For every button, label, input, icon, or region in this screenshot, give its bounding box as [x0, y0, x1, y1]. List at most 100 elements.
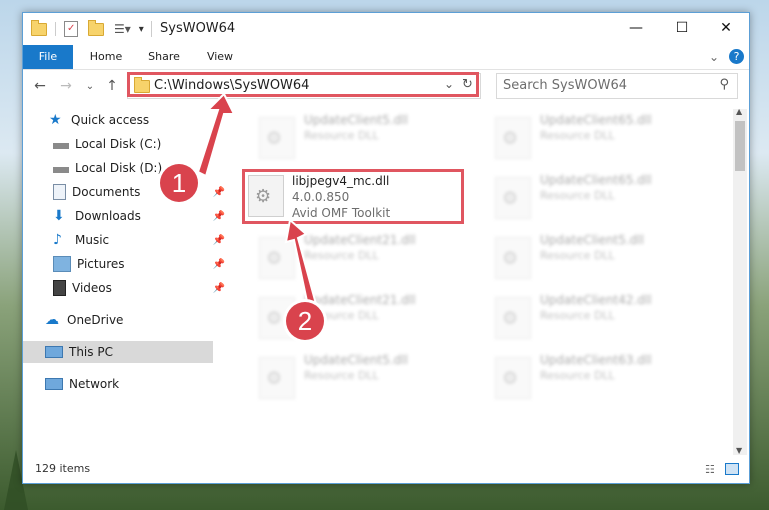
expand-ribbon-icon[interactable]: ⌄	[709, 50, 719, 64]
file-item[interactable]: UpdateClient65.dll Resource DLL	[480, 109, 710, 163]
star-icon: ★	[49, 112, 62, 128]
file-item[interactable]: UpdateClient63.dll Resource DLL	[480, 349, 710, 403]
title-bar: ✓ ☰▾ ▾ SysWOW64 — ☐ ✕	[23, 13, 749, 45]
maximize-button[interactable]: ☐	[659, 13, 705, 43]
drive-icon	[53, 167, 69, 173]
file-name: UpdateClient65.dll	[540, 173, 652, 187]
file-description: Resource DLL	[540, 189, 615, 202]
sidebar-item-label: Local Disk (D:)	[75, 161, 163, 175]
sidebar-item-label: Videos	[72, 281, 112, 295]
sidebar-item-videos[interactable]: Videos 📌	[53, 277, 225, 299]
pin-icon[interactable]: 📌	[213, 283, 225, 294]
divider	[55, 22, 56, 36]
cloud-icon: ☁	[45, 312, 59, 328]
file-description: Resource DLL	[304, 129, 379, 142]
scroll-up-icon[interactable]: ▲	[736, 107, 742, 116]
large-icons-view-icon[interactable]	[725, 463, 739, 475]
videos-icon	[53, 280, 66, 296]
new-folder-icon[interactable]	[88, 19, 104, 36]
file-item[interactable]: UpdateClient5.dll Resource DLL	[480, 229, 710, 283]
sidebar-item-label: Pictures	[77, 257, 125, 271]
step-2-badge: 2	[286, 302, 324, 340]
file-item[interactable]: UpdateClient42.dll Resource DLL	[480, 289, 710, 343]
customize-toolbar-icon[interactable]: ▾	[139, 24, 144, 35]
sidebar-item-label: Network	[69, 377, 120, 391]
properties-icon[interactable]: ✓	[64, 21, 78, 37]
help-icon[interactable]: ?	[729, 49, 744, 64]
tab-home[interactable]: Home	[83, 45, 129, 69]
quick-access-toolbar: ✓ ☰▾ ▾	[31, 19, 144, 38]
file-item[interactable]: UpdateClient5.dll Resource DLL	[244, 109, 474, 163]
dll-file-icon	[259, 357, 295, 399]
tab-file[interactable]: File	[23, 45, 73, 69]
highlighted-file-item[interactable]: libjpegv4_mc.dll 4.0.0.850 Avid OMF Tool…	[242, 169, 464, 224]
navigation-bar: ← → ⌄ ↑ C:\Windows\SysWOW64 ⌄ ↻ Search S…	[23, 70, 749, 102]
pin-icon[interactable]: 📌	[213, 259, 225, 270]
item-count: 129 items	[35, 462, 91, 475]
documents-icon	[53, 184, 66, 200]
sidebar-item-onedrive[interactable]: ☁ OneDrive	[45, 309, 123, 331]
view-options-icon[interactable]: ☰▾	[114, 22, 131, 36]
search-placeholder: Search SysWOW64	[503, 78, 627, 93]
sidebar-item-label: Quick access	[71, 113, 150, 127]
sidebar-item-this-pc[interactable]: This PC	[23, 341, 213, 363]
scroll-down-icon[interactable]: ▼	[736, 446, 742, 455]
window-title: SysWOW64	[160, 21, 236, 36]
dll-file-icon	[495, 117, 531, 159]
dll-file-icon	[248, 175, 284, 217]
file-description: Resource DLL	[540, 309, 615, 322]
sidebar-item-music[interactable]: ♪ Music 📌	[53, 229, 225, 251]
pin-icon[interactable]: 📌	[213, 235, 225, 246]
dll-file-icon	[495, 297, 531, 339]
annotation-arrow-2	[284, 218, 318, 308]
pin-icon[interactable]: 📌	[213, 187, 225, 198]
sidebar-item-label: Documents	[72, 185, 141, 199]
file-description: Resource DLL	[540, 369, 615, 382]
tab-view[interactable]: View	[197, 45, 243, 69]
file-name: UpdateClient5.dll	[540, 233, 644, 247]
scrollbar-thumb[interactable]	[735, 121, 745, 171]
file-name: UpdateClient65.dll	[540, 113, 652, 127]
tab-share[interactable]: Share	[141, 45, 187, 69]
file-name: UpdateClient5.dll	[304, 353, 408, 367]
title-divider	[151, 21, 152, 37]
file-version: 4.0.0.850	[292, 190, 350, 204]
up-arrow-icon[interactable]: ↑	[103, 77, 121, 95]
file-description: Resource DLL	[540, 249, 615, 262]
dll-file-icon	[495, 177, 531, 219]
search-icon: ⚲	[719, 77, 729, 92]
downloads-icon: ⬇	[53, 208, 65, 224]
sidebar-item-downloads[interactable]: ⬇ Downloads 📌	[53, 205, 225, 227]
file-item[interactable]: UpdateClient65.dll Resource DLL	[480, 169, 710, 223]
back-arrow-icon[interactable]: ←	[31, 77, 49, 95]
file-item[interactable]: UpdateClient5.dll Resource DLL	[244, 349, 474, 403]
sidebar-item-label: Downloads	[75, 209, 141, 223]
sidebar-item-quick-access[interactable]: ★ Quick access	[49, 109, 149, 131]
dll-file-icon	[259, 117, 295, 159]
sidebar-item-pictures[interactable]: Pictures 📌	[53, 253, 225, 275]
dll-file-icon	[495, 357, 531, 399]
ribbon: File Home Share View ⌄ ?	[23, 45, 749, 70]
file-name: UpdateClient63.dll	[540, 353, 652, 367]
network-icon	[45, 378, 63, 390]
search-box[interactable]: Search SysWOW64 ⚲	[496, 73, 738, 99]
details-view-icon[interactable]: ☷	[705, 463, 715, 476]
forward-arrow-icon[interactable]: →	[57, 77, 75, 95]
step-1-badge: 1	[160, 164, 198, 202]
dll-file-icon	[495, 237, 531, 279]
sidebar-item-label: OneDrive	[67, 313, 124, 327]
folder-icon[interactable]	[31, 19, 47, 36]
close-button[interactable]: ✕	[703, 13, 749, 43]
minimize-button[interactable]: —	[613, 13, 659, 43]
sidebar-item-label: This PC	[69, 345, 113, 359]
file-name: UpdateClient5.dll	[304, 113, 408, 127]
explorer-window: ✓ ☰▾ ▾ SysWOW64 — ☐ ✕ File Home Share Vi…	[22, 12, 750, 484]
file-description: Resource DLL	[540, 129, 615, 142]
pin-icon[interactable]: 📌	[213, 211, 225, 222]
file-name: UpdateClient42.dll	[540, 293, 652, 307]
sidebar-item-network[interactable]: Network	[45, 373, 119, 395]
music-icon: ♪	[53, 232, 62, 248]
vertical-scrollbar[interactable]: ▲ ▼	[733, 107, 747, 455]
sidebar-item-label: Music	[75, 233, 110, 247]
recent-locations-icon[interactable]: ⌄	[81, 77, 99, 95]
